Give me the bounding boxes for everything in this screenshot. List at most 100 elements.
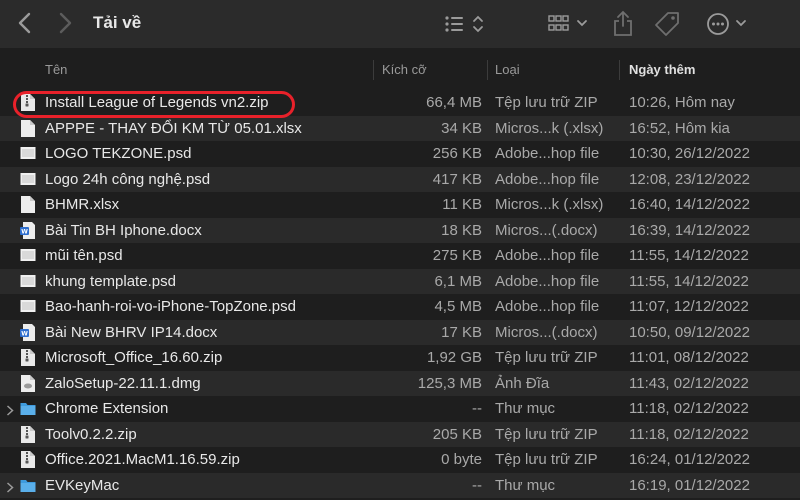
file-kind: Adobe...hop file xyxy=(495,272,600,290)
column-name[interactable]: Tên xyxy=(45,62,67,77)
more-actions-icon[interactable] xyxy=(706,10,750,38)
file-size: 417 KB xyxy=(432,170,482,188)
zip-file-icon xyxy=(20,450,36,469)
file-size: 125,3 MB xyxy=(417,374,482,392)
file-row[interactable]: W Bài New BHRV IP14.docx 17 KB Micros...(.d… xyxy=(0,319,800,345)
zip-file-icon xyxy=(20,348,36,367)
file-size: 1,92 GB xyxy=(426,349,482,366)
file-date-added: 16:52, Hôm kia xyxy=(629,119,730,137)
file-size: 6,1 MB xyxy=(434,272,482,290)
forward-icon[interactable] xyxy=(54,10,76,36)
document-file-icon xyxy=(20,195,36,214)
back-icon[interactable] xyxy=(14,10,36,36)
list-view-icon[interactable] xyxy=(444,12,490,36)
file-row[interactable]: Toolv0.2.2.zip 205 KB Tệp lưu trữ ZIP 11:18… xyxy=(0,421,800,447)
file-size: 256 KB xyxy=(432,145,482,162)
file-row[interactable]: ZaloSetup-22.11.1.dmg 125,3 MB Ảnh Đĩa 11:4… xyxy=(0,370,800,396)
file-date-added: 10:30, 26/12/2022 xyxy=(629,145,750,162)
file-date-added: 11:07, 12/12/2022 xyxy=(629,298,749,315)
file-kind: Tệp lưu trữ ZIP xyxy=(495,94,598,111)
svg-text:W: W xyxy=(21,228,28,235)
column-header: Tên Kích cỡ Loại Ngày thêm xyxy=(0,56,800,84)
file-row[interactable]: Install League of Legends vn2.zip 66,4 MB… xyxy=(0,90,800,116)
image-file-icon xyxy=(20,246,36,265)
file-kind: Thư mục xyxy=(495,400,556,417)
file-name: Bao-hanh-roi-vo-iPhone-TopZone.psd xyxy=(45,298,296,315)
file-row[interactable]: Office.2021.MacM1.16.59.zip 0 byte Tệp lưu… xyxy=(0,447,800,473)
file-name: Microsoft_Office_16.60.zip xyxy=(45,349,223,366)
file-date-added: 11:18, 02/12/2022 xyxy=(629,400,749,417)
file-size: 205 KB xyxy=(432,425,482,443)
share-icon[interactable] xyxy=(612,9,634,37)
file-row[interactable]: Logo 24h công nghệ.psd 417 KB Adobe...hop … xyxy=(0,166,800,192)
folder-icon xyxy=(20,399,36,418)
svg-text:W: W xyxy=(21,330,28,337)
file-date-added: 16:19, 01/12/2022 xyxy=(629,476,750,494)
file-date-added: 10:50, 09/12/2022 xyxy=(629,323,750,341)
image-file-icon xyxy=(20,272,36,291)
file-size: 275 KB xyxy=(432,247,482,264)
file-name: Office.2021.MacM1.16.59.zip xyxy=(45,451,240,468)
file-row[interactable]: Bao-hanh-roi-vo-iPhone-TopZone.psd 4,5 MB… xyxy=(0,294,800,320)
file-name: LOGO TEKZONE.psd xyxy=(45,145,192,162)
window-title: Tải về xyxy=(93,13,142,32)
file-kind: Micros...(.docx) xyxy=(495,323,598,341)
image-file-icon xyxy=(20,170,36,189)
disclosure-triangle-icon[interactable] xyxy=(6,403,14,416)
file-date-added: 10:26, Hôm nay xyxy=(629,94,735,111)
file-date-added: 11:43, 02/12/2022 xyxy=(629,374,749,392)
file-name: Bài New BHRV IP14.docx xyxy=(45,323,218,341)
file-row[interactable]: mũi tên.psd 275 KB Adobe...hop file 11:55, … xyxy=(0,243,800,269)
file-kind: Tệp lưu trữ ZIP xyxy=(495,349,598,366)
file-row[interactable]: Microsoft_Office_16.60.zip 1,92 GB Tệp lưu… xyxy=(0,345,800,371)
file-row[interactable]: APPPE - THAY ĐỔI KM TỪ 05.01.xlsx 34 KB Mi… xyxy=(0,115,800,141)
file-row[interactable]: LOGO TEKZONE.psd 256 KB Adobe...hop file 10… xyxy=(0,141,800,167)
column-divider[interactable] xyxy=(619,60,620,80)
file-name: EVKeyMac xyxy=(45,476,120,494)
column-divider[interactable] xyxy=(487,60,488,80)
file-kind: Adobe...hop file xyxy=(495,170,600,188)
file-name: Bài Tin BH Iphone.docx xyxy=(45,221,202,239)
file-size: 18 KB xyxy=(441,221,482,239)
file-row[interactable]: Chrome Extension -- Thư mục 11:18, 02/12/20… xyxy=(0,396,800,422)
word-document-icon: W xyxy=(20,323,36,342)
file-date-added: 11:55, 14/12/2022 xyxy=(629,272,749,290)
file-row[interactable]: BHMR.xlsx 11 KB Micros...k (.xlsx) 16:40, 1… xyxy=(0,192,800,218)
file-date-added: 11:55, 14/12/2022 xyxy=(629,247,749,264)
file-kind: Micros...(.docx) xyxy=(495,221,598,239)
file-date-added: 11:01, 08/12/2022 xyxy=(629,349,749,366)
column-kind[interactable]: Loại xyxy=(495,62,520,77)
tag-icon[interactable] xyxy=(654,10,682,38)
file-row[interactable]: khung template.psd 6,1 MB Adobe...hop file… xyxy=(0,268,800,294)
file-kind: Adobe...hop file xyxy=(495,298,600,315)
file-kind: Adobe...hop file xyxy=(495,247,600,264)
file-name: Logo 24h công nghệ.psd xyxy=(45,170,211,188)
file-size: 0 byte xyxy=(441,451,482,468)
zip-file-icon xyxy=(20,425,36,444)
file-size: 17 KB xyxy=(441,323,482,341)
file-name: BHMR.xlsx xyxy=(45,196,120,213)
file-row[interactable]: EVKeyMac -- Thư mục 16:19, 01/12/2022 xyxy=(0,472,800,498)
file-size: -- xyxy=(472,476,482,494)
file-row[interactable]: W Bài Tin BH Iphone.docx 18 KB Micros...(.d… xyxy=(0,217,800,243)
file-date-added: 16:39, 14/12/2022 xyxy=(629,221,750,239)
file-kind: Adobe...hop file xyxy=(495,145,600,162)
file-name: Toolv0.2.2.zip xyxy=(45,425,137,443)
column-divider[interactable] xyxy=(373,60,374,80)
group-by-icon[interactable] xyxy=(548,12,592,36)
file-kind: Tệp lưu trữ ZIP xyxy=(495,451,598,468)
folder-icon xyxy=(20,476,36,495)
toolbar: Tải về xyxy=(0,0,800,48)
file-size: 4,5 MB xyxy=(434,298,482,315)
disclosure-triangle-icon[interactable] xyxy=(6,480,14,493)
file-size: 66,4 MB xyxy=(426,94,482,111)
file-date-added: 16:40, 14/12/2022 xyxy=(629,196,750,213)
column-date-added[interactable]: Ngày thêm xyxy=(629,62,695,77)
file-kind: Tệp lưu trữ ZIP xyxy=(495,425,598,443)
file-date-added: 11:18, 02/12/2022 xyxy=(629,425,749,443)
file-kind: Ảnh Đĩa xyxy=(495,374,550,392)
file-name: Install League of Legends vn2.zip xyxy=(45,94,269,111)
file-date-added: 12:08, 23/12/2022 xyxy=(629,170,750,188)
document-file-icon xyxy=(20,119,36,138)
column-size[interactable]: Kích cỡ xyxy=(382,62,427,77)
